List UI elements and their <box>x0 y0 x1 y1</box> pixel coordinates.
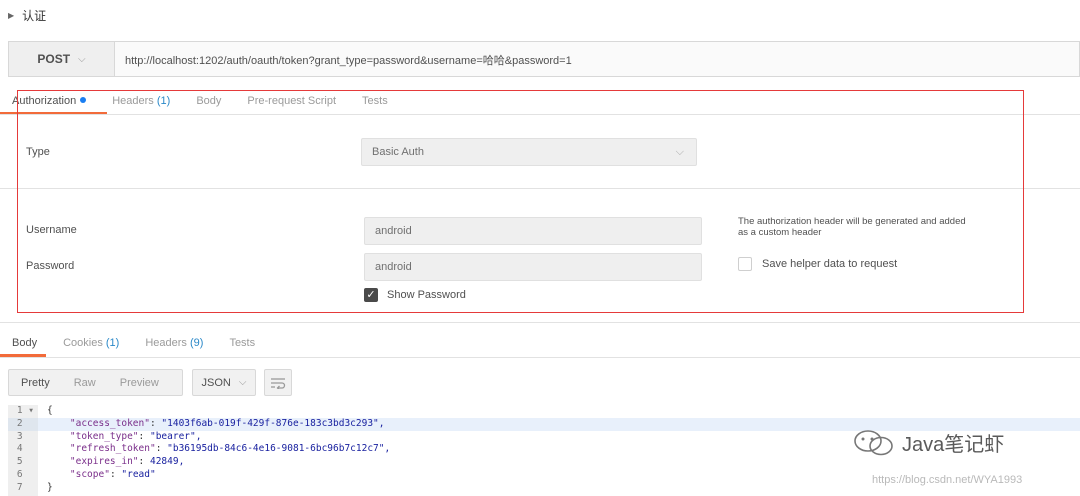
code-text: } <box>47 481 53 493</box>
preview-button[interactable]: Preview <box>108 370 171 395</box>
request-bar: POST ⌵ http://localhost:1202/auth/oauth/… <box>8 41 1080 77</box>
watermark-name: Java笔记虾 <box>902 434 1005 456</box>
chevron-down-icon: ⌵ <box>238 377 247 388</box>
code-text: "refresh_token": "b36195db-84c6-4e16-908… <box>69 443 391 455</box>
tab-label: Headers <box>145 337 187 349</box>
tab-label: Cookies <box>63 337 103 349</box>
line-number: 1 ▾ <box>8 405 38 418</box>
tab-cookies[interactable]: Cookies (1) <box>63 337 119 349</box>
tab-headers[interactable]: Headers (9) <box>145 337 203 349</box>
wrap-lines-button[interactable] <box>264 369 292 396</box>
code-text: { <box>47 405 53 416</box>
format-select[interactable]: JSON ⌵ <box>192 369 256 396</box>
section-title: 认证 <box>22 8 47 23</box>
code-text: "expires_in": 42849, <box>69 456 185 468</box>
url-input[interactable]: http://localhost:1202/auth/oauth/token?g… <box>125 52 572 68</box>
line-number: 3 <box>8 430 38 444</box>
wechat-icon <box>854 429 893 455</box>
pretty-button[interactable]: Pretty <box>9 370 62 395</box>
expand-triangle-icon[interactable]: ▶ <box>8 11 14 20</box>
line-number: 2 <box>8 417 38 431</box>
wrap-lines-icon <box>271 377 286 389</box>
line-number: 7 <box>8 481 38 495</box>
method-select[interactable]: POST ⌵ <box>9 42 115 76</box>
code-text: "access_token": "1403f6ab-019f-429f-876e… <box>69 417 385 429</box>
tab-count: (1) <box>105 337 120 349</box>
format-value: JSON <box>201 376 231 389</box>
code-text: "token_type": "bearer", <box>69 430 202 442</box>
line-number: 6 <box>8 468 38 482</box>
response-tabs: Body Cookies (1) Headers (9) Tests <box>12 335 281 351</box>
tab-body[interactable]: Body <box>12 337 37 349</box>
line-number: 4 <box>8 443 38 457</box>
tab-count: (9) <box>189 337 204 349</box>
code-line: 1 ▾ { <box>8 405 1080 418</box>
section-header[interactable]: ▶ 认证 <box>8 7 46 23</box>
raw-button[interactable]: Raw <box>62 370 108 395</box>
annotation-box <box>17 90 1024 313</box>
line-number: 5 <box>8 456 38 469</box>
watermark-logo: Java笔记虾 <box>852 428 1004 457</box>
watermark-url: https://blog.csdn.net/WYA1993 <box>872 474 1023 486</box>
chevron-down-icon: ⌵ <box>78 53 86 65</box>
code-line: 5 "expires_in": 42849, <box>8 456 1080 469</box>
view-mode-group: Pretty Raw Preview <box>8 369 183 396</box>
divider <box>0 322 1080 323</box>
tab-tests[interactable]: Tests <box>229 337 255 349</box>
method-label: POST <box>37 52 71 66</box>
code-text: "scope": "read" <box>69 468 156 480</box>
divider <box>0 357 1080 358</box>
